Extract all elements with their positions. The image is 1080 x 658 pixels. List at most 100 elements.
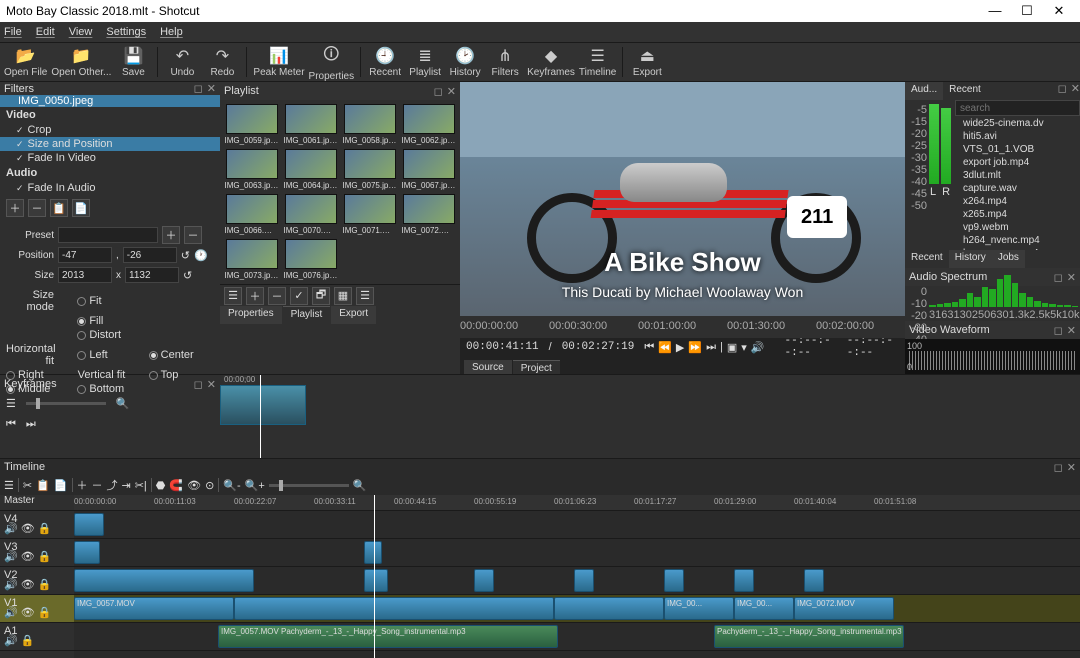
hfit-center[interactable]: Center: [149, 343, 214, 367]
scrub-icon[interactable]: 👁: [187, 479, 201, 492]
close-panel-icon[interactable]: ✕: [447, 85, 456, 98]
remove-filter-button[interactable]: －: [28, 199, 46, 217]
preview-viewport[interactable]: 211 A Bike Show This Ducati by Michael W…: [460, 82, 905, 316]
menu-settings[interactable]: Settings: [106, 26, 146, 38]
playlist-check-button[interactable]: ✓: [290, 287, 308, 305]
hfit-left[interactable]: Left: [77, 343, 142, 367]
recent-search-input[interactable]: [955, 100, 1080, 116]
tab-properties[interactable]: Properties: [220, 306, 282, 324]
tab-recent[interactable]: Recent: [943, 82, 987, 100]
track-v1[interactable]: V1🔊 👁 🔒: [0, 595, 74, 623]
recent-item[interactable]: h264_nvenc.mp4: [959, 234, 1076, 247]
tool-properties[interactable]: 🛈Properties: [309, 44, 355, 80]
preview-ruler[interactable]: 00:00:00:00 00:00:30:00 00:01:00:00 00:0…: [460, 316, 905, 338]
menu-edit[interactable]: Edit: [36, 26, 55, 38]
close-button[interactable]: ✕: [1044, 3, 1074, 19]
next-keyframe-icon[interactable]: ⏭: [26, 418, 36, 431]
tool-keyframes[interactable]: ◆Keyframes: [527, 44, 575, 80]
close-panel-icon[interactable]: ✕: [207, 82, 216, 95]
playlist-item[interactable]: IMG_0076.jpeg: [283, 239, 338, 280]
recent-item[interactable]: capture.wav: [959, 182, 1076, 195]
playlist-list-view[interactable]: ☰: [356, 287, 374, 305]
tab-export[interactable]: Export: [331, 306, 376, 324]
tab-jobs[interactable]: Jobs: [992, 250, 1025, 268]
lift-icon[interactable]: ⤴: [107, 477, 118, 493]
filter-size-position[interactable]: Size and Position: [0, 137, 220, 151]
tl-menu-icon[interactable]: ☰: [4, 479, 14, 492]
minimize-button[interactable]: —: [980, 3, 1010, 19]
tab-source[interactable]: Source: [464, 360, 512, 374]
menu-help[interactable]: Help: [160, 26, 183, 38]
remove-icon[interactable]: －: [92, 477, 103, 493]
filter-fade-in-audio[interactable]: Fade In Audio: [0, 181, 220, 195]
ripple-icon[interactable]: ⊙: [205, 479, 214, 492]
track-a1[interactable]: A1🔊 🔒: [0, 623, 74, 651]
tool-peak-meter[interactable]: 📊Peak Meter: [253, 44, 304, 80]
tool-playlist[interactable]: ≣Playlist: [407, 44, 443, 80]
master-track-label[interactable]: Master: [0, 495, 74, 511]
tool-filters[interactable]: ⋔Filters: [487, 44, 523, 80]
kf-zoom-slider[interactable]: [26, 402, 106, 405]
tab-history[interactable]: History: [949, 250, 992, 268]
tab-playlist[interactable]: Playlist: [283, 306, 331, 324]
fast-forward-icon[interactable]: ⏩: [688, 341, 702, 354]
copy-filter-button[interactable]: 📋: [50, 199, 68, 217]
grid-icon[interactable]: ▾: [741, 341, 747, 354]
playlist-add-button[interactable]: ＋: [246, 287, 264, 305]
playlist-remove-button[interactable]: －: [268, 287, 286, 305]
playlist-item[interactable]: IMG_0075.jpeg: [342, 149, 397, 190]
zoom-in-icon[interactable]: 🔍: [116, 397, 130, 410]
tool-history[interactable]: 🕑History: [447, 44, 483, 80]
marker-icon[interactable]: ⬣: [156, 479, 166, 492]
playlist-item[interactable]: IMG_0066.MOV: [224, 194, 279, 235]
overwrite-icon[interactable]: ⇥: [122, 479, 131, 492]
skip-end-icon[interactable]: ⏭: [706, 341, 716, 354]
keyframe-icon[interactable]: 🕐: [194, 249, 208, 262]
tool-timeline[interactable]: ☰Timeline: [579, 44, 616, 80]
preset-combo[interactable]: [58, 227, 158, 243]
recent-item[interactable]: x264.mp4: [959, 195, 1076, 208]
undock-icon[interactable]: ◻: [194, 82, 203, 95]
size-w-input[interactable]: [58, 267, 112, 283]
prev-keyframe-icon[interactable]: ⏮: [6, 418, 16, 431]
add-filter-button[interactable]: ＋: [6, 199, 24, 217]
recent-item[interactable]: hiti5.avi: [959, 130, 1076, 143]
position-y-input[interactable]: [123, 247, 177, 263]
paste-filter-button[interactable]: 📄: [72, 199, 90, 217]
sizemode-distort[interactable]: Distort: [77, 329, 142, 341]
keyframe-clip[interactable]: [220, 385, 306, 425]
tool-export[interactable]: ⏏Export: [629, 44, 665, 80]
filter-crop[interactable]: Crop: [0, 123, 220, 137]
tab-audio-peak[interactable]: Aud...: [905, 82, 943, 100]
playlist-item[interactable]: IMG_0061.jpeg: [283, 104, 338, 145]
tab-recent-bottom[interactable]: Recent: [905, 250, 949, 268]
playlist-item[interactable]: IMG_0063.jpeg: [224, 149, 279, 190]
recent-item[interactable]: wide25-cinema.dv: [959, 117, 1076, 130]
play-icon[interactable]: ▶: [676, 341, 684, 354]
playlist-item[interactable]: IMG_0072.MOV: [401, 194, 456, 235]
reset-icon[interactable]: ↺: [181, 249, 190, 262]
cut-icon[interactable]: ✂: [23, 479, 32, 492]
playlist-up-button[interactable]: 🗗: [312, 287, 330, 305]
playlist-item[interactable]: IMG_0062.jpeg: [401, 104, 456, 145]
recent-item[interactable]: x265.mp4: [959, 208, 1076, 221]
zoom-out-icon[interactable]: 🔍-: [223, 479, 240, 492]
tab-project[interactable]: Project: [513, 360, 560, 374]
playlist-item[interactable]: IMG_0070.MOV: [283, 194, 338, 235]
reset-icon[interactable]: ↺: [183, 269, 192, 282]
playlist-item[interactable]: IMG_0073.jpeg: [224, 239, 279, 280]
tl-zoom-slider[interactable]: [269, 484, 349, 487]
playlist-menu-button[interactable]: ☰: [224, 287, 242, 305]
split-icon[interactable]: ✂|: [135, 479, 147, 492]
recent-item[interactable]: VTS_01_1.VOB: [959, 143, 1076, 156]
size-h-input[interactable]: [125, 267, 179, 283]
tool-save[interactable]: 💾Save: [115, 44, 151, 80]
current-timecode[interactable]: 00:00:41:11: [466, 341, 539, 353]
playlist-item[interactable]: IMG_0058.jpeg: [342, 104, 397, 145]
playlist-item[interactable]: IMG_0071.MOV: [342, 194, 397, 235]
rewind-icon[interactable]: ⏪: [658, 341, 672, 354]
kf-menu-icon[interactable]: ☰: [6, 397, 16, 410]
recent-item[interactable]: export job.mp4: [959, 156, 1076, 169]
volume-icon[interactable]: 🔊: [751, 341, 765, 354]
sizemode-fill[interactable]: Fill: [77, 315, 142, 327]
